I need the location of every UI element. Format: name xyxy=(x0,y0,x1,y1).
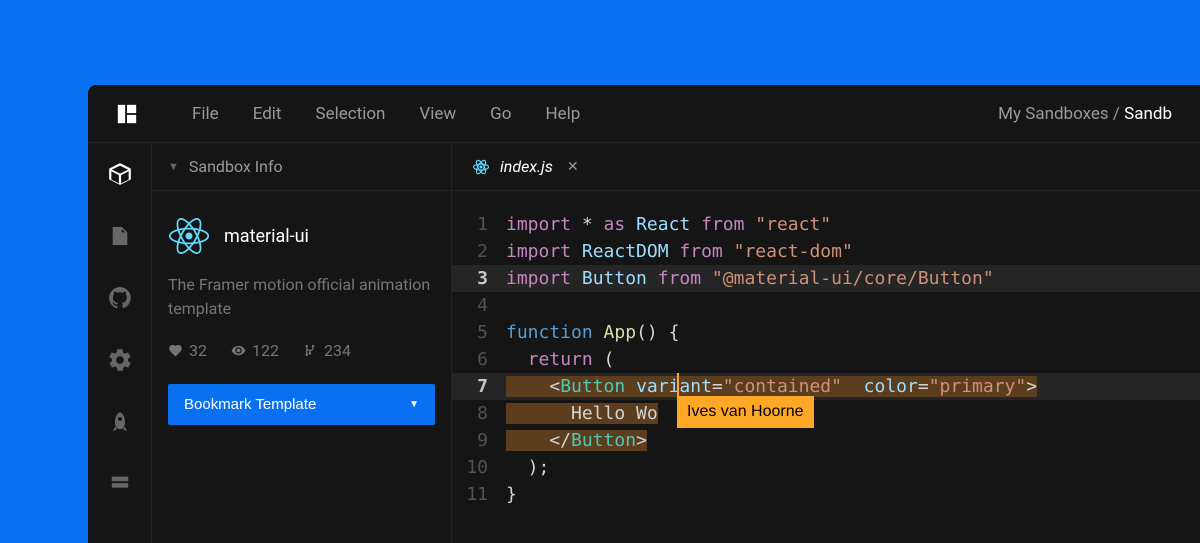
forks-count: 234 xyxy=(324,341,351,360)
file-icon[interactable] xyxy=(107,223,133,249)
deploy-icon[interactable] xyxy=(107,409,133,435)
line-number: 2 xyxy=(452,238,506,265)
tab-filename[interactable]: index.js xyxy=(500,157,553,176)
views-count: 122 xyxy=(252,341,279,360)
settings-icon[interactable] xyxy=(107,347,133,373)
sidebar: ▼ Sandbox Info material-ui The Framer mo… xyxy=(152,143,452,543)
menu-selection[interactable]: Selection xyxy=(301,98,399,130)
caret-down-icon: ▼ xyxy=(409,399,419,410)
sandbox-name: material-ui xyxy=(224,226,309,247)
activity-bar xyxy=(88,143,152,543)
react-logo-icon xyxy=(168,215,210,257)
forks-stat[interactable]: 234 xyxy=(303,341,351,360)
menu-view[interactable]: View xyxy=(405,98,470,130)
breadcrumb-parent: My Sandboxes xyxy=(998,104,1109,124)
views-stat[interactable]: 122 xyxy=(231,341,279,360)
menu-edit[interactable]: Edit xyxy=(239,98,296,130)
line-number: 6 xyxy=(452,346,506,373)
tab-close-icon[interactable]: ✕ xyxy=(567,159,579,175)
sidebar-header[interactable]: ▼ Sandbox Info xyxy=(152,143,451,191)
sidebar-title: Sandbox Info xyxy=(189,157,283,176)
likes-stat[interactable]: 32 xyxy=(168,341,207,360)
bookmark-template-button[interactable]: Bookmark Template ▼ xyxy=(168,384,435,425)
line-number: 9 xyxy=(452,427,506,454)
code-editor[interactable]: 1import * as React from "react" 2import … xyxy=(452,191,1200,528)
collaborator-name-tag: Ives van Hoorne xyxy=(677,396,814,428)
line-number: 7 xyxy=(452,373,506,400)
sandbox-icon[interactable] xyxy=(107,161,133,187)
line-number: 1 xyxy=(452,211,506,238)
line-number: 8 xyxy=(452,400,506,427)
sandbox-description: The Framer motion official animation tem… xyxy=(168,273,435,321)
server-icon[interactable] xyxy=(107,471,133,497)
breadcrumb-sep: / xyxy=(1109,104,1124,124)
codesandbox-logo-icon[interactable] xyxy=(116,103,138,125)
breadcrumb-current: Sandb xyxy=(1124,104,1172,124)
line-number: 3 xyxy=(452,265,506,292)
menu-file[interactable]: File xyxy=(178,98,233,130)
likes-count: 32 xyxy=(189,341,207,360)
menubar: File Edit Selection View Go Help My Sand… xyxy=(88,85,1200,143)
github-icon[interactable] xyxy=(107,285,133,311)
bookmark-label: Bookmark Template xyxy=(184,396,316,413)
react-file-icon xyxy=(472,158,490,176)
breadcrumb[interactable]: My Sandboxes / Sandb xyxy=(998,104,1172,124)
line-number: 4 xyxy=(452,292,506,319)
tabbar: index.js ✕ xyxy=(452,143,1200,191)
menu-go[interactable]: Go xyxy=(476,98,525,130)
line-number: 5 xyxy=(452,319,506,346)
chevron-down-icon: ▼ xyxy=(168,160,179,173)
line-number: 11 xyxy=(452,481,506,508)
editor: index.js ✕ 1import * as React from "reac… xyxy=(452,143,1200,543)
menu-help[interactable]: Help xyxy=(531,98,594,130)
line-number: 10 xyxy=(452,454,506,481)
